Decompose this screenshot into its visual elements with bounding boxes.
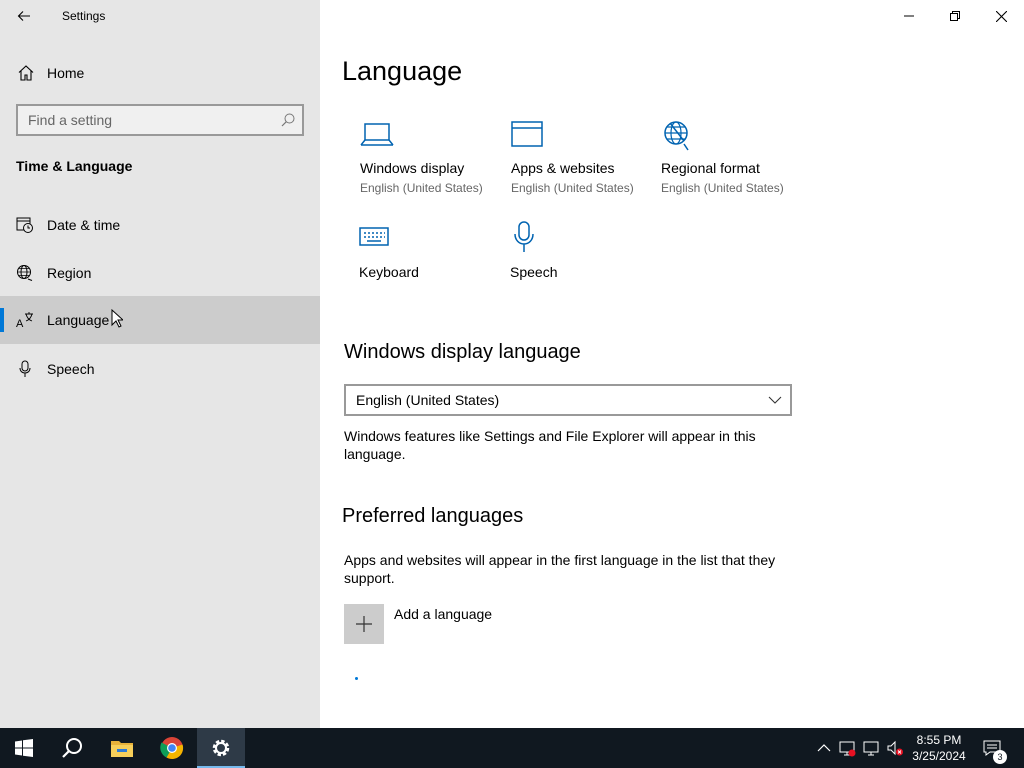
sidebar-item-date-time[interactable]: Date & time [0, 201, 320, 249]
sidebar-item-language[interactable]: A Language [0, 296, 320, 344]
taskbar-search-button[interactable] [48, 728, 96, 768]
tile-name: Keyboard [359, 264, 419, 280]
sidebar-home-label: Home [47, 65, 85, 81]
sidebar-home[interactable]: Home [0, 56, 320, 90]
loading-indicator [355, 677, 358, 680]
display-language-description: Windows features like Settings and File … [344, 428, 756, 462]
display-language-heading: Windows display language [344, 341, 581, 363]
close-button[interactable] [978, 0, 1024, 32]
preferred-languages-heading: Preferred languages [342, 505, 524, 527]
tile-keyboard[interactable]: Keyboard [359, 220, 509, 284]
network-warning-icon[interactable] [838, 739, 856, 757]
settings-icon [212, 739, 230, 757]
sidebar-item-region[interactable]: Region [0, 249, 320, 297]
keyboard-icon [359, 227, 389, 246]
tile-speech[interactable]: Speech [510, 220, 660, 284]
tile-regional-format[interactable]: Regional format English (United States) [661, 118, 811, 200]
search-input[interactable] [18, 106, 268, 134]
globe-settings-icon [664, 121, 689, 151]
minimize-button[interactable] [886, 0, 932, 32]
globe-icon [17, 265, 33, 281]
section-title: Time & Language [16, 158, 133, 174]
plus-icon [356, 616, 372, 632]
restore-button[interactable] [932, 0, 978, 32]
restore-icon [950, 11, 960, 21]
monitor-icon[interactable] [862, 739, 880, 757]
add-language-icon-box [344, 604, 384, 644]
sidebar-item-speech[interactable]: Speech [0, 345, 320, 393]
close-icon [995, 10, 1007, 22]
taskbar-file-explorer[interactable] [98, 728, 146, 768]
tile-windows-display[interactable]: Windows display English (United States) [360, 118, 510, 200]
app-title: Settings [62, 9, 106, 23]
notification-count-badge: 3 [993, 750, 1007, 764]
tile-subtitle: English (United States) [661, 181, 784, 195]
sidebar-item-label: Date & time [47, 217, 121, 233]
home-icon [18, 65, 34, 81]
back-button[interactable] [0, 0, 48, 32]
taskbar-clock[interactable]: 8:55 PM 3/25/2024 [904, 732, 974, 764]
clock-time: 8:55 PM [916, 733, 962, 747]
chrome-icon [160, 737, 184, 760]
main-content: Language Windows display English (United… [320, 0, 1024, 728]
tile-name: Windows display [360, 160, 465, 176]
sidebar-item-label: Language [47, 312, 110, 328]
add-language-label: Add a language [394, 606, 493, 622]
chevron-down-icon [768, 396, 782, 404]
tile-subtitle: English (United States) [511, 181, 634, 195]
start-button[interactable] [0, 728, 48, 768]
title-bar: Settings [0, 0, 320, 32]
start-icon [15, 739, 33, 757]
sidebar-item-label: Region [47, 265, 92, 281]
microphone-icon [514, 221, 534, 252]
search-icon [62, 738, 82, 758]
file-explorer-icon [111, 741, 133, 757]
tile-name: Regional format [661, 160, 760, 176]
mouse-cursor [111, 309, 123, 328]
page-title: Language [342, 56, 463, 86]
volume-muted-icon[interactable] [886, 739, 904, 757]
browser-window-icon [511, 121, 543, 147]
taskbar: 8:55 PM 3/25/2024 3 [0, 728, 1024, 768]
svg-text:A: A [16, 318, 24, 329]
tile-name: Speech [510, 264, 558, 280]
sidebar: Settings Home Time & Language Date & tim… [0, 0, 320, 728]
language-icon: A [16, 312, 33, 329]
taskbar-settings[interactable] [197, 728, 245, 768]
tile-subtitle: English (United States) [360, 181, 483, 195]
laptop-icon [360, 123, 394, 146]
add-language-button[interactable]: Add a language [344, 604, 544, 644]
tile-apps-websites[interactable]: Apps & websites English (United States) [511, 118, 661, 200]
microphone-icon [19, 360, 31, 377]
clock-date: 3/25/2024 [912, 749, 966, 763]
back-arrow-icon [17, 11, 30, 21]
chevron-up-icon[interactable] [815, 739, 833, 757]
taskbar-chrome[interactable] [148, 728, 196, 768]
display-language-dropdown[interactable]: English (United States) [344, 384, 792, 416]
tile-name: Apps & websites [511, 160, 615, 176]
minimize-icon [904, 15, 914, 17]
clock-calendar-icon [16, 217, 33, 233]
preferred-languages-description: Apps and websites will appear in the fir… [344, 552, 776, 586]
sidebar-item-label: Speech [47, 361, 95, 377]
search-icon[interactable] [280, 112, 296, 128]
search-box[interactable] [16, 104, 304, 136]
dropdown-value: English (United States) [356, 392, 500, 408]
